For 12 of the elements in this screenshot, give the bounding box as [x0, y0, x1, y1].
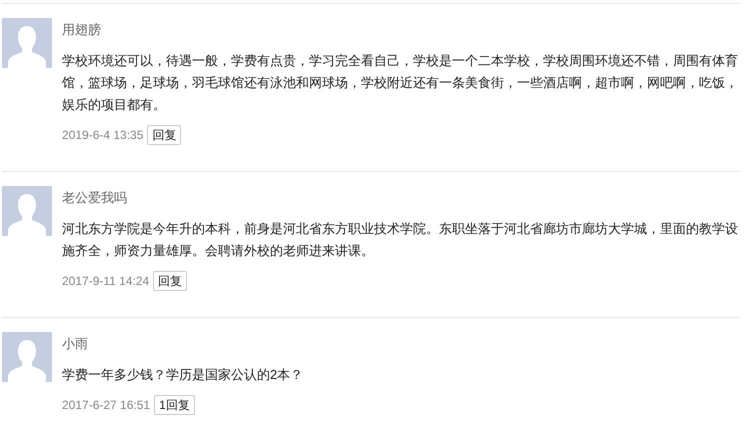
comment-text: 学费一年多少钱？学历是国家公认的2本？ [62, 366, 304, 384]
reply-button[interactable]: 回复 [147, 125, 182, 145]
reply-button[interactable]: 回复 [153, 271, 188, 291]
timestamp: 2017-9-11 14:24 [62, 273, 150, 290]
reply-button[interactable]: 1回复 [154, 395, 195, 415]
author-name: 用翅膀 [62, 21, 102, 39]
timestamp: 2017-6-27 16:51 [62, 397, 150, 414]
comment-text: 学校环境还可以，待遇一般，学费有点贵，学习完全看自己，学校是一个二本学校，学校周围环境还不错，周围有体育馆，篮球场，足球场，羽毛球馆还有泳池和网球场，学校附近还有一条美食街，一些酒店啊，超市啊，网吧啊，吃饭，娱乐的项目都有。 [62, 52, 739, 114]
author-name: 小雨 [62, 335, 89, 353]
author-name: 老公爱我吗 [62, 189, 128, 207]
comment-text: 河北东方学院是今年升的本科，前身是河北省东方职业技术学院。东职坐落于河北省廊坊市廊坊大学城，里面的教学设施齐全，师资力量雄厚。会聘请外校的老师进来讲课。 [62, 220, 739, 260]
timestamp: 2019-6-4 13:35 [62, 127, 144, 144]
